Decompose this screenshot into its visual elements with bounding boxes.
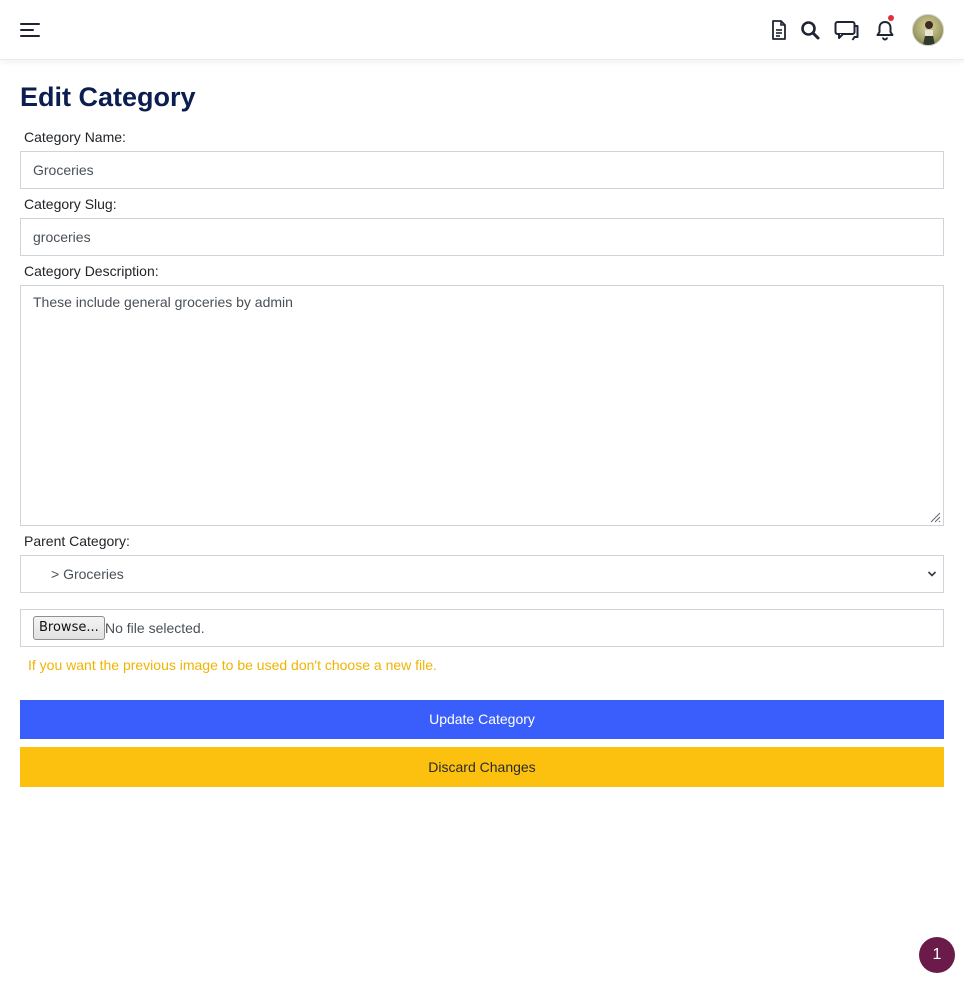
discard-changes-button[interactable]: Discard Changes <box>20 747 944 787</box>
chat-icon[interactable] <box>834 18 859 42</box>
bell-icon[interactable] <box>873 15 897 42</box>
parent-category-value: > Groceries <box>51 566 124 582</box>
category-name-input[interactable]: Groceries <box>20 151 944 189</box>
page-title: Edit Category <box>20 82 196 112</box>
floating-count-badge[interactable]: 1 <box>919 937 955 973</box>
category-name-label: Category Name: <box>24 129 126 145</box>
description-text: These include general groceries by admin <box>33 294 293 310</box>
top-navbar <box>0 0 964 60</box>
menu-icon[interactable] <box>20 22 40 38</box>
file-status-text: No file selected. <box>105 620 205 636</box>
parent-category-select[interactable]: > Groceries <box>20 555 944 593</box>
update-category-button[interactable]: Update Category <box>20 700 944 739</box>
browse-button[interactable]: Browse... <box>33 616 105 640</box>
image-hint-text: If you want the previous image to be use… <box>28 657 437 673</box>
chevron-down-icon <box>927 571 937 577</box>
category-description-label: Category Description: <box>24 263 159 279</box>
category-slug-input[interactable]: groceries <box>20 218 944 256</box>
resize-grip-icon[interactable] <box>929 511 941 523</box>
document-icon[interactable] <box>767 18 791 42</box>
search-icon[interactable] <box>798 18 822 42</box>
notification-dot <box>888 15 894 21</box>
avatar[interactable] <box>912 14 944 46</box>
category-slug-label: Category Slug: <box>24 196 117 212</box>
parent-category-label: Parent Category: <box>24 533 130 549</box>
category-image-file-input[interactable]: Browse... No file selected. <box>20 609 944 647</box>
category-description-textarea[interactable]: These include general groceries by admin <box>20 285 944 526</box>
